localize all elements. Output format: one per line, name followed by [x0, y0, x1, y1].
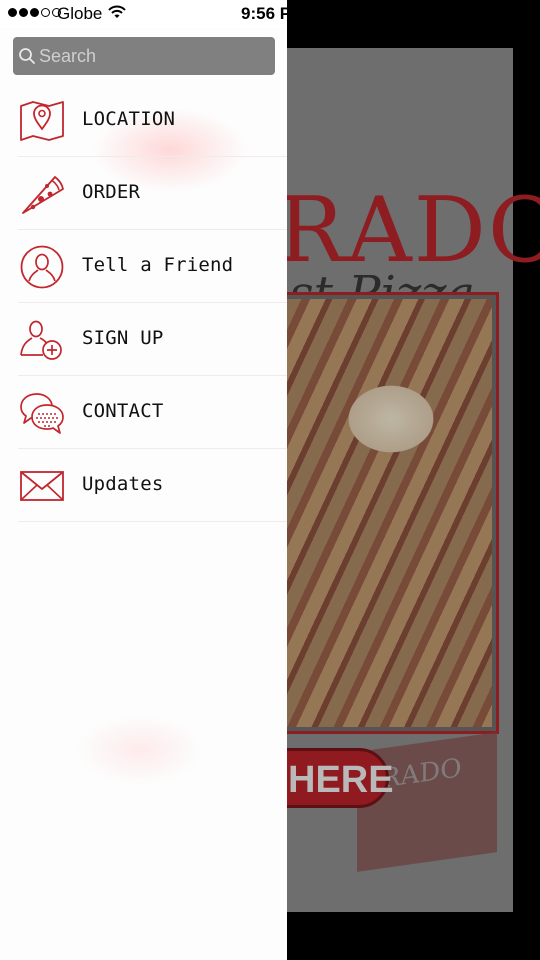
background-food-photo [279, 292, 499, 734]
menu-item-tell-a-friend[interactable]: Tell a Friend [0, 230, 287, 303]
search-bar[interactable] [13, 37, 275, 75]
menu-item-updates[interactable]: Updates [0, 449, 287, 522]
pasta-photo [286, 299, 492, 727]
search-icon [19, 48, 35, 64]
menu-item-contact[interactable]: CONTACT [0, 376, 287, 449]
background-app-card: RADO st Pizza RADO HERE [247, 48, 540, 912]
signal-strength-icon [8, 8, 61, 17]
menu-item-label: LOCATION [82, 108, 176, 130]
carrier-name: Globe [57, 4, 103, 23]
background-app: RADO st Pizza RADO HERE [247, 0, 540, 960]
signal-dot [8, 8, 17, 17]
status-bar: Globe 9:56 PM [0, 0, 540, 28]
map-pin-icon [20, 101, 64, 141]
menu-item-label: ORDER [82, 181, 141, 203]
envelope-icon [20, 471, 64, 501]
background-logo: RADO [277, 178, 540, 283]
drawer-menu: LOCATION ORDER Tell a Friend SIGN UP CON… [0, 84, 287, 522]
chat-bubbles-icon [20, 393, 64, 434]
add-user-icon [20, 320, 62, 360]
menu-item-label: CONTACT [82, 400, 164, 422]
user-circle-icon [20, 245, 64, 289]
menu-item-sign-up[interactable]: SIGN UP [0, 303, 287, 376]
menu-item-order[interactable]: ORDER [0, 157, 287, 230]
menu-item-label: Tell a Friend [82, 254, 234, 276]
status-time: 9:56 PM [241, 4, 306, 23]
signal-dot [19, 8, 28, 17]
background-pizza-box: RADO [357, 732, 497, 872]
menu-item-location[interactable]: LOCATION [0, 84, 287, 157]
search-input[interactable] [39, 37, 269, 75]
wifi-icon [108, 5, 126, 18]
pizza-slice-icon [22, 176, 64, 214]
menu-item-label: SIGN UP [82, 327, 164, 349]
signal-dot [41, 8, 50, 17]
background-cta-label: HERE [288, 759, 394, 801]
menu-item-label: Updates [82, 473, 164, 495]
signal-dot [30, 8, 39, 17]
side-drawer: LOCATION ORDER Tell a Friend [0, 0, 287, 960]
